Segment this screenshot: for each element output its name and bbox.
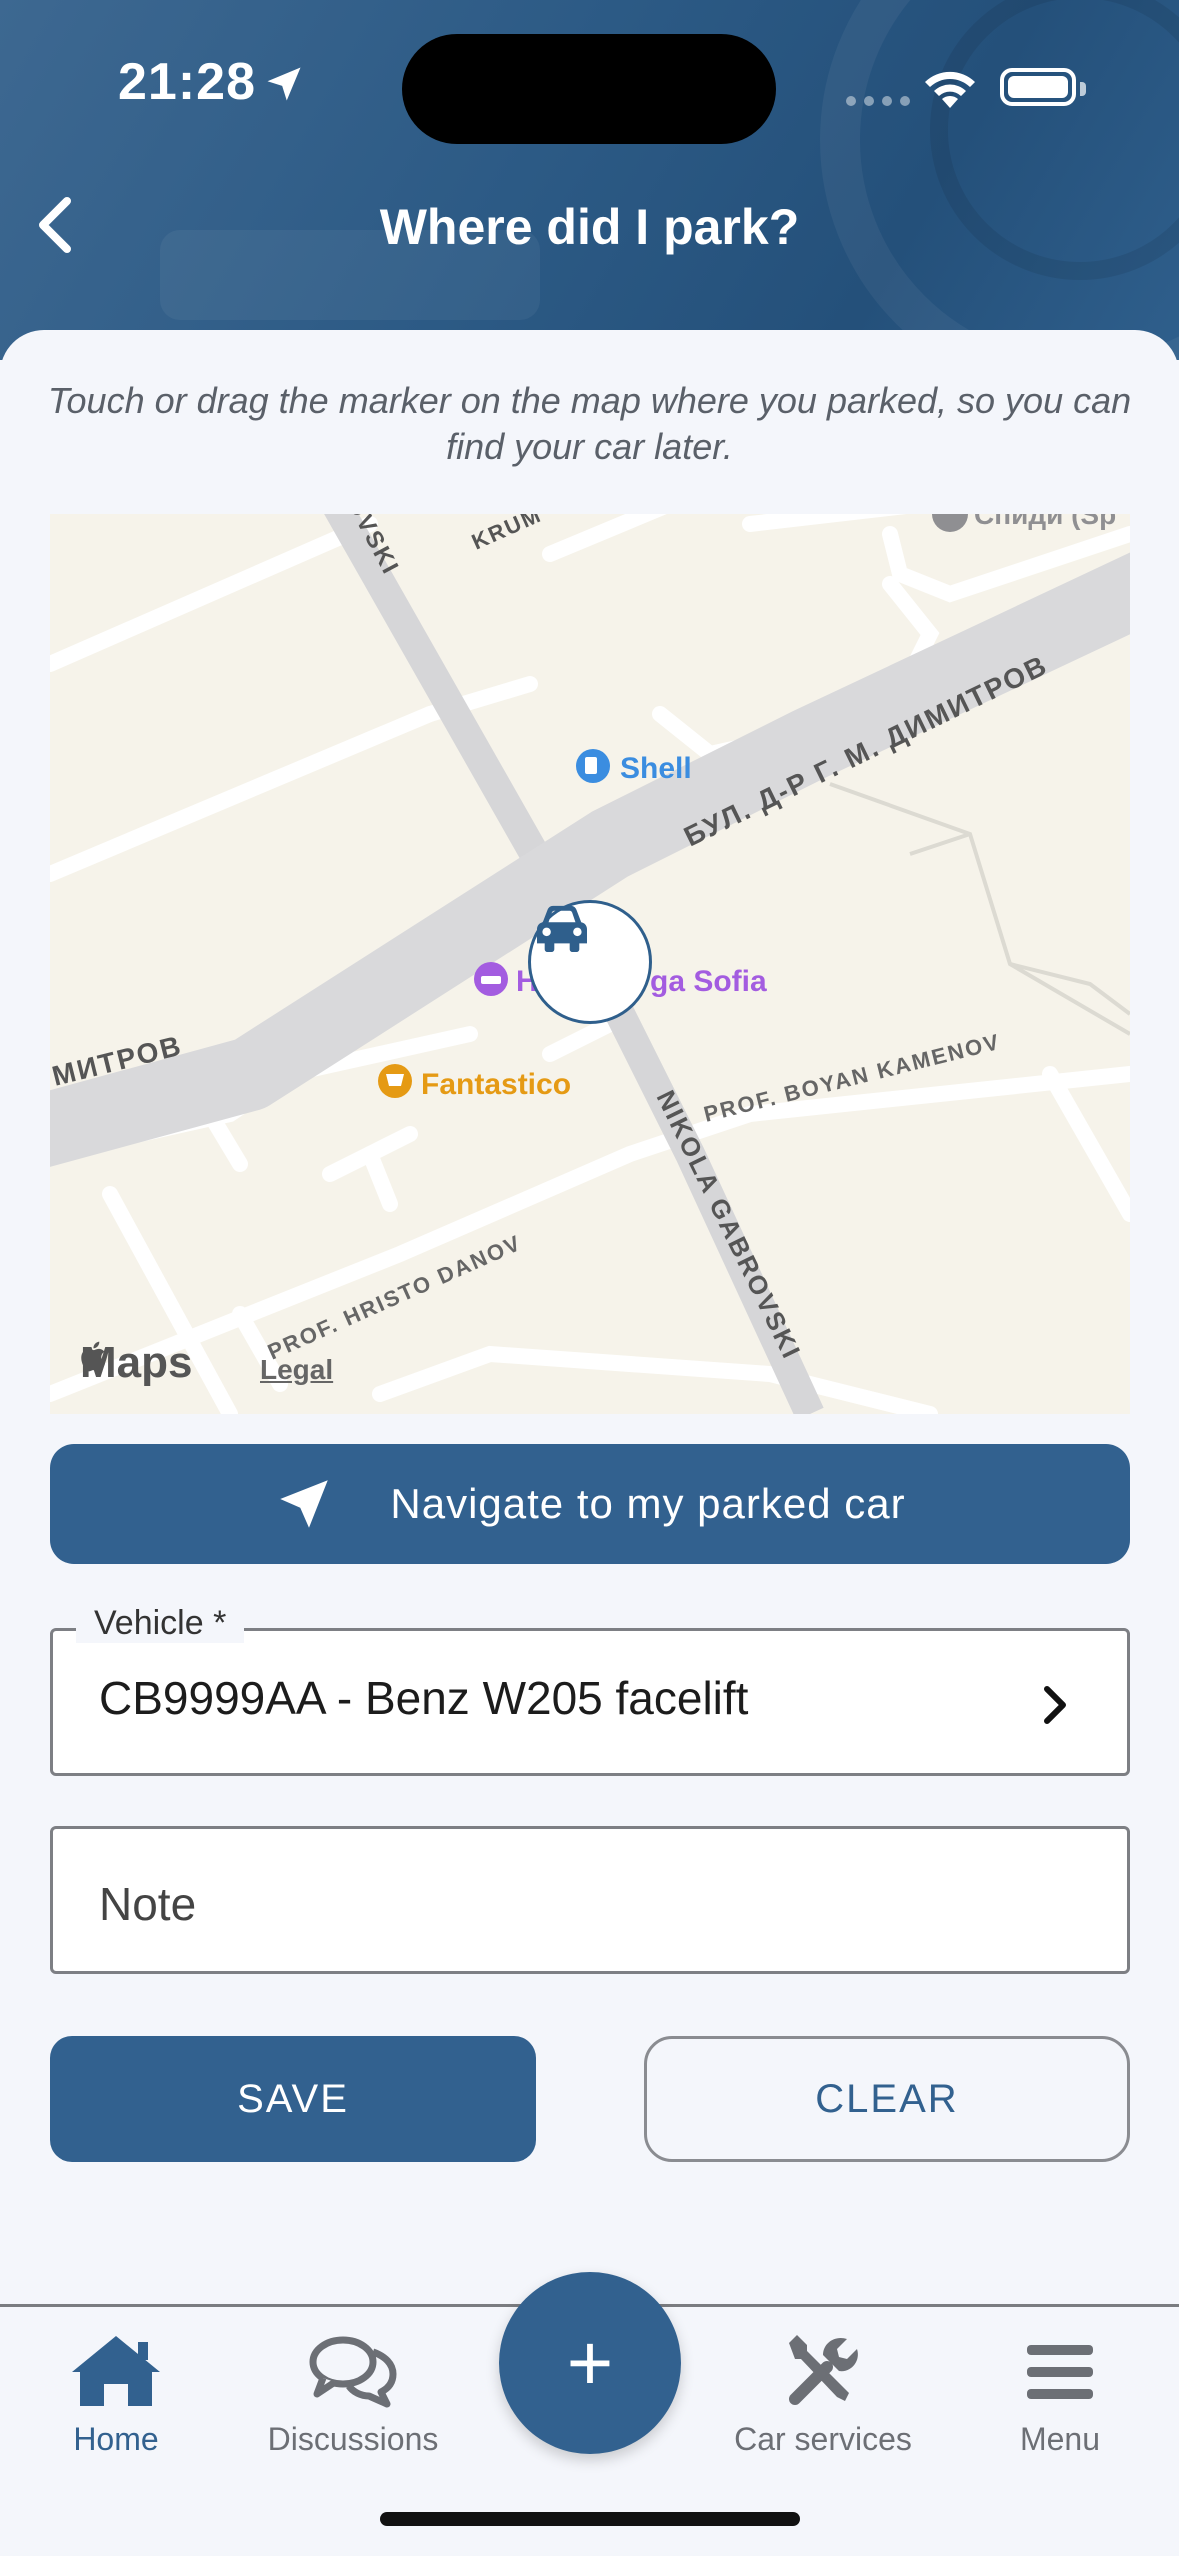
tab-menu-label: Menu: [1019, 2421, 1101, 2457]
fantastico-poi[interactable]: [378, 1064, 412, 1098]
apple-icon: [81, 1341, 105, 1372]
location-arrow-icon: [267, 67, 301, 101]
discussions-icon: [309, 2336, 397, 2408]
note-placeholder: Note: [99, 1878, 197, 1930]
hotel-poi[interactable]: [474, 962, 508, 996]
wifi-icon: [925, 71, 975, 108]
navigate-button-label: Navigate to my parked car: [390, 1480, 906, 1527]
battery-icon: [1000, 68, 1086, 106]
vehicle-field-label: Vehicle *: [76, 1604, 245, 1643]
hamburger-menu-icon: [1027, 2345, 1093, 2399]
tab-discussions[interactable]: Discussions: [243, 2331, 463, 2458]
tab-car-services-label: Car services: [734, 2421, 912, 2457]
legal-link[interactable]: Legal: [260, 1354, 333, 1386]
tab-discussions-label: Discussions: [267, 2421, 439, 2457]
clear-button[interactable]: CLEAR: [644, 2036, 1130, 2162]
tab-menu[interactable]: Menu: [950, 2331, 1170, 2458]
tools-icon: [789, 2335, 858, 2405]
note-field[interactable]: Note: [50, 1826, 1130, 1974]
fantastico-label: Fantastico: [421, 1068, 571, 1101]
header: 21:28 Where did I park?: [0, 0, 1179, 360]
tab-car-services[interactable]: Car services: [713, 2331, 933, 2458]
add-fab-button[interactable]: +: [499, 2272, 681, 2454]
apple-maps-logo: Maps: [80, 1338, 192, 1388]
hotel-label: ga Sofia: [650, 965, 767, 998]
plus-icon: +: [566, 2318, 614, 2407]
home-icon: [72, 2336, 160, 2406]
car-icon: [537, 905, 587, 953]
footpaths: [829, 782, 1130, 1036]
page-title: Where did I park?: [379, 199, 800, 255]
street-label-krum: KRUM: [468, 514, 546, 555]
tab-home-label: Home: [73, 2421, 159, 2457]
parking-map[interactable]: Shell H ga Sofia Fantastico БУЛ. Д-Р Г. …: [50, 514, 1130, 1414]
parked-car-marker[interactable]: [528, 900, 652, 1024]
shell-poi[interactable]: [576, 749, 610, 783]
status-time: 21:28: [118, 53, 256, 111]
speedy-label: Спиди (Sp: [974, 514, 1116, 530]
navigate-to-car-button[interactable]: Navigate to my parked car: [50, 1444, 1130, 1564]
vehicle-value: CB9999AA - Benz W205 facelift: [99, 1672, 749, 1724]
tab-home[interactable]: Home: [6, 2331, 226, 2458]
save-button[interactable]: SAVE: [50, 2036, 536, 2162]
vehicle-select[interactable]: CB9999AA - Benz W205 facelift: [50, 1628, 1130, 1776]
speedy-poi[interactable]: [932, 514, 968, 532]
dynamic-island: [402, 34, 776, 144]
navigation-arrow-icon: [280, 1480, 329, 1528]
street-label-kamenov: PROF. BOYAN KAMENOV: [701, 1029, 1003, 1127]
chevron-right-icon: [1044, 1686, 1066, 1724]
home-indicator: [380, 2512, 800, 2526]
shell-label: Shell: [620, 752, 692, 785]
cellular-signal-icon: [846, 96, 910, 106]
instruction-text: Touch or drag the marker on the map wher…: [47, 380, 1132, 467]
